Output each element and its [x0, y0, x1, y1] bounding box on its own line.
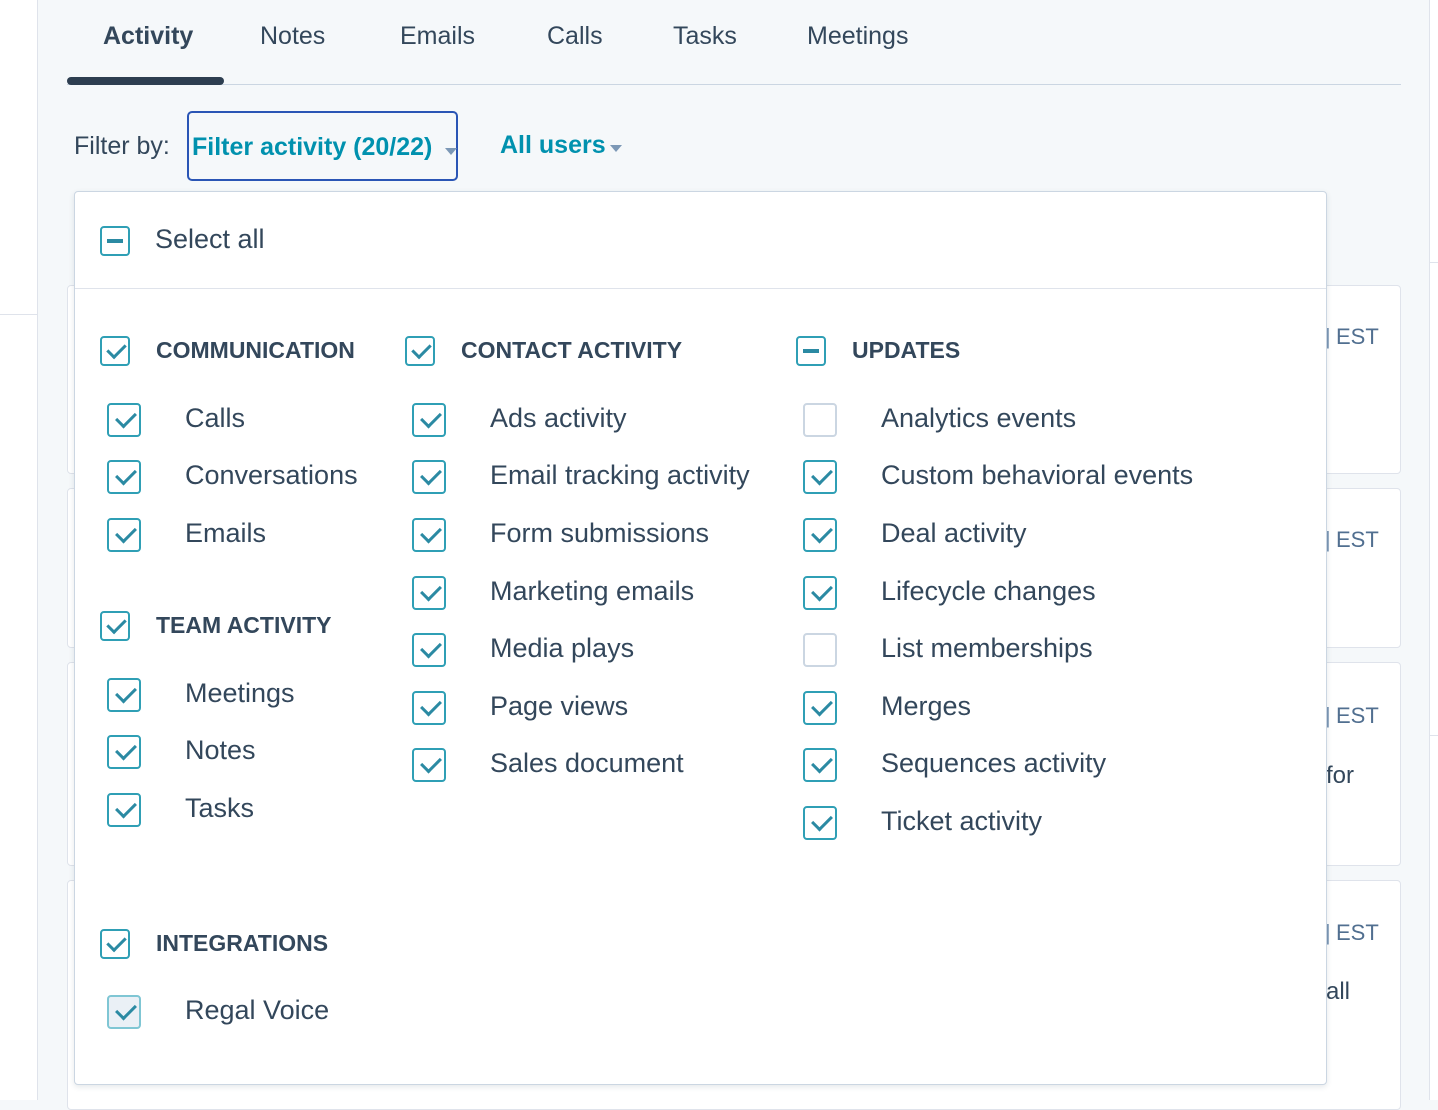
updates-heading: UPDATES	[852, 337, 961, 363]
integrations-heading: INTEGRATIONS	[156, 930, 329, 956]
ticket-activity-label: Ticket activity	[881, 806, 1043, 836]
marketing-emails-checkbox[interactable]	[412, 576, 446, 610]
merges-checkbox[interactable]	[803, 691, 837, 725]
timestamp-est: EST	[1336, 324, 1379, 349]
ticket-activity-checkbox[interactable]	[803, 806, 837, 840]
meetings-label: Meetings	[185, 678, 295, 708]
caret-down-icon	[445, 148, 457, 155]
conversations-label: Conversations	[185, 460, 358, 490]
filter-activity-menu: Select all COMMUNICATION Calls Conversat…	[74, 191, 1327, 1085]
divider	[1430, 262, 1438, 263]
regal-voice-checkbox[interactable]	[107, 995, 141, 1029]
all-users-label: All users	[500, 131, 606, 159]
page-views-label: Page views	[490, 691, 629, 721]
divider	[0, 314, 37, 315]
right-panel-edge	[1429, 0, 1438, 1100]
sequences-activity-checkbox[interactable]	[803, 748, 837, 782]
caret-down-icon	[610, 145, 622, 152]
card-text-fragment: for	[1326, 762, 1355, 789]
emails-label: Emails	[185, 518, 267, 548]
filter-activity-dropdown[interactable]: Filter activity (20/22)	[187, 111, 458, 181]
card-text-fragment: all	[1326, 978, 1351, 1005]
form-submissions-label: Form submissions	[490, 518, 710, 548]
email-tracking-activity-label: Email tracking activity	[490, 460, 750, 490]
list-memberships-label: List memberships	[881, 633, 1093, 663]
team-activity-heading: TEAM ACTIVITY	[156, 612, 332, 638]
active-tab-indicator	[67, 77, 224, 85]
deal-activity-label: Deal activity	[881, 518, 1027, 548]
media-plays-checkbox[interactable]	[412, 633, 446, 667]
custom-behavioral-events-label: Custom behavioral events	[881, 460, 1194, 490]
tab-emails[interactable]: Emails	[400, 22, 475, 51]
regal-voice-label: Regal Voice	[185, 995, 330, 1025]
select-all-row: Select all	[75, 192, 1326, 289]
all-users-dropdown[interactable]: All users	[500, 131, 622, 160]
conversations-checkbox[interactable]	[107, 460, 141, 494]
tab-meetings[interactable]: Meetings	[807, 22, 908, 51]
custom-behavioral-events-checkbox[interactable]	[803, 460, 837, 494]
tasks-checkbox[interactable]	[107, 793, 141, 827]
calls-label: Calls	[185, 403, 246, 433]
contact-activity-checkbox[interactable]	[405, 336, 435, 366]
team-activity-checkbox[interactable]	[100, 611, 130, 641]
filter-by-label: Filter by:	[74, 132, 170, 160]
form-submissions-checkbox[interactable]	[412, 518, 446, 552]
analytics-events-label: Analytics events	[881, 403, 1077, 433]
merges-label: Merges	[881, 691, 972, 721]
lifecycle-changes-checkbox[interactable]	[803, 576, 837, 610]
sales-document-label: Sales document	[490, 748, 684, 778]
timestamp-est: EST	[1336, 703, 1379, 728]
tab-calls[interactable]: Calls	[547, 22, 603, 51]
communication-checkbox[interactable]	[100, 336, 130, 366]
emails-checkbox[interactable]	[107, 518, 141, 552]
tab-activity[interactable]: Activity	[103, 22, 193, 51]
analytics-events-checkbox[interactable]	[803, 403, 837, 437]
page-views-checkbox[interactable]	[412, 691, 446, 725]
media-plays-label: Media plays	[490, 633, 635, 663]
email-tracking-activity-checkbox[interactable]	[412, 460, 446, 494]
notes-checkbox[interactable]	[107, 735, 141, 769]
select-all-label: Select all	[155, 224, 265, 254]
updates-checkbox[interactable]	[796, 336, 826, 366]
tasks-label: Tasks	[185, 793, 255, 823]
integrations-checkbox[interactable]	[100, 929, 130, 959]
meetings-checkbox[interactable]	[107, 678, 141, 712]
marketing-emails-label: Marketing emails	[490, 576, 695, 606]
filter-activity-label: Filter activity (20/22)	[192, 133, 433, 161]
list-memberships-checkbox[interactable]	[803, 633, 837, 667]
activity-tabs: Activity Notes Emails Calls Tasks Meetin…	[67, 0, 1401, 85]
communication-heading: COMMUNICATION	[156, 337, 355, 363]
select-all-checkbox[interactable]	[100, 226, 130, 256]
left-panel	[0, 0, 38, 1100]
sequences-activity-label: Sequences activity	[881, 748, 1107, 778]
tab-notes[interactable]: Notes	[260, 22, 325, 51]
ads-activity-checkbox[interactable]	[412, 403, 446, 437]
calls-checkbox[interactable]	[107, 403, 141, 437]
contact-activity-heading: CONTACT ACTIVITY	[461, 337, 683, 363]
tab-tasks[interactable]: Tasks	[673, 22, 737, 51]
sales-document-checkbox[interactable]	[412, 748, 446, 782]
lifecycle-changes-label: Lifecycle changes	[881, 576, 1096, 606]
timestamp-est: EST	[1336, 920, 1379, 945]
ads-activity-label: Ads activity	[490, 403, 627, 433]
deal-activity-checkbox[interactable]	[803, 518, 837, 552]
divider	[1430, 735, 1438, 736]
timestamp-est: EST	[1336, 527, 1379, 552]
notes-label: Notes	[185, 735, 256, 765]
